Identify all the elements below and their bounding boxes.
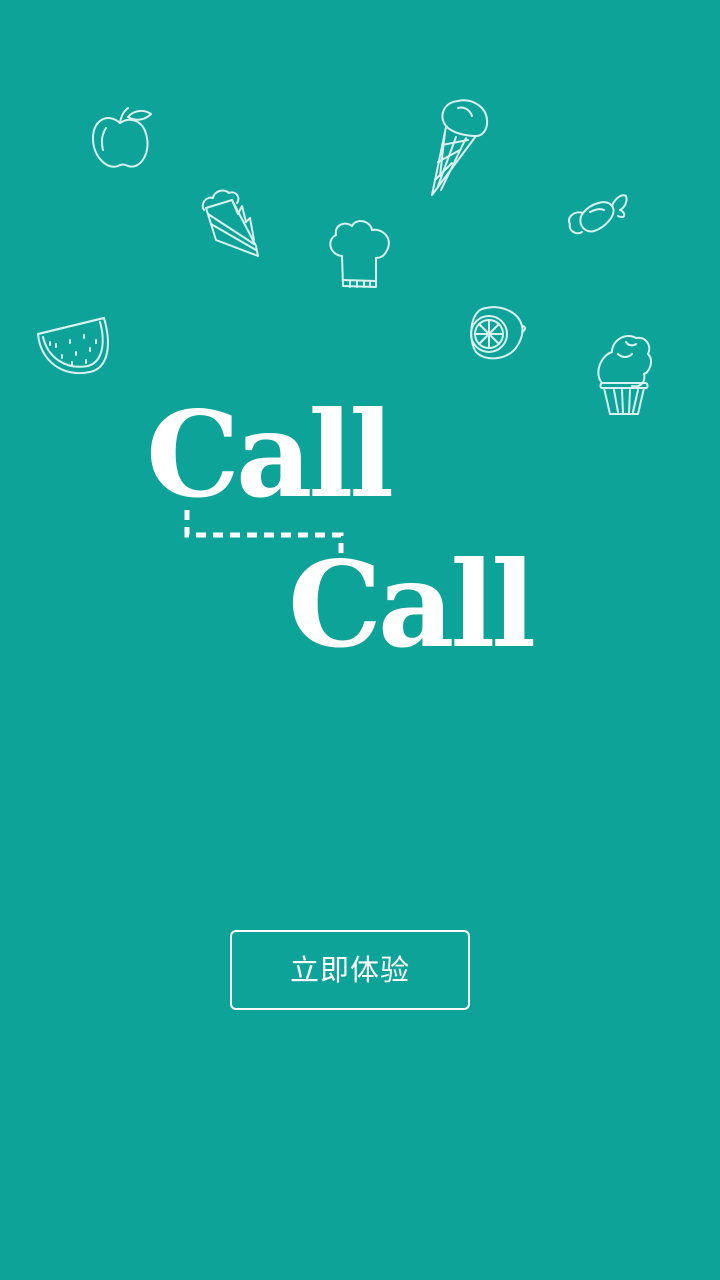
logo-word-bottom: Call: [288, 535, 536, 674]
try-now-button[interactable]: 立即体验: [230, 930, 470, 1010]
splash-screen: Call Call 立即体验: [0, 0, 720, 1280]
